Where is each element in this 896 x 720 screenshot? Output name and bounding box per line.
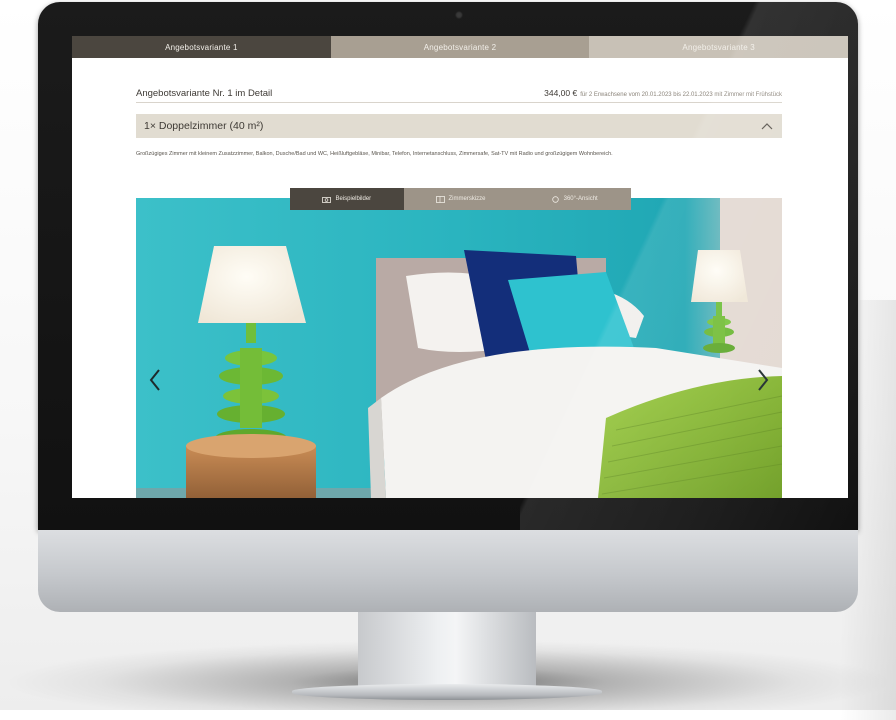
chevron-right-icon[interactable]: [754, 366, 772, 394]
page-title: Angebotsvariante Nr. 1 im Detail: [136, 87, 273, 99]
offer-tabs: Angebotsvariante 1 Angebotsvariante 2 An…: [72, 36, 848, 58]
room-description: Großzügiges Zimmer mit kleinem Zusatzzim…: [136, 151, 613, 157]
gallery-tabs: Beispielbilder Zimmerskizze 360°-Ansicht: [290, 188, 632, 210]
chevron-up-icon[interactable]: [760, 121, 774, 131]
tab-offer-1[interactable]: Angebotsvariante 1: [72, 36, 331, 58]
tab-label: Beispielbilder: [335, 196, 372, 202]
tab-example-images[interactable]: Beispielbilder: [290, 188, 404, 210]
price-summary: 344,00 € für 2 Erwachsene vom 20.01.2023…: [544, 88, 782, 98]
monitor-stand: [358, 612, 536, 690]
bedroom-image: [136, 198, 782, 498]
price-value: 344,00 €: [544, 88, 578, 98]
tab-label: Zimmerskizze: [448, 196, 486, 202]
tab-room-sketch[interactable]: Zimmerskizze: [403, 188, 518, 210]
tab-offer-3[interactable]: Angebotsvariante 3: [589, 36, 848, 58]
tab-label: 360°-Ansicht: [563, 196, 598, 202]
tab-offer-2[interactable]: Angebotsvariante 2: [330, 36, 590, 58]
room-photo: [136, 198, 782, 498]
monitor-base: [292, 684, 602, 700]
monitor-chin: [38, 530, 858, 612]
room-title: 1× Doppelzimmer (40 m²): [144, 120, 264, 132]
floorplan-icon: [435, 195, 445, 203]
price-note: für 2 Erwachsene vom 20.01.2023 bis 22.0…: [580, 92, 782, 98]
chevron-left-icon[interactable]: [146, 366, 164, 394]
screen: Angebotsvariante 1 Angebotsvariante 2 An…: [72, 36, 848, 498]
offer-header: Angebotsvariante Nr. 1 im Detail 344,00 …: [136, 84, 782, 103]
room-accordion-header[interactable]: 1× Doppelzimmer (40 m²): [136, 114, 782, 138]
rotate-360-icon: [551, 195, 559, 203]
camera-icon: [322, 196, 332, 203]
webcam: [455, 11, 463, 19]
tab-360-view[interactable]: 360°-Ansicht: [517, 188, 632, 210]
